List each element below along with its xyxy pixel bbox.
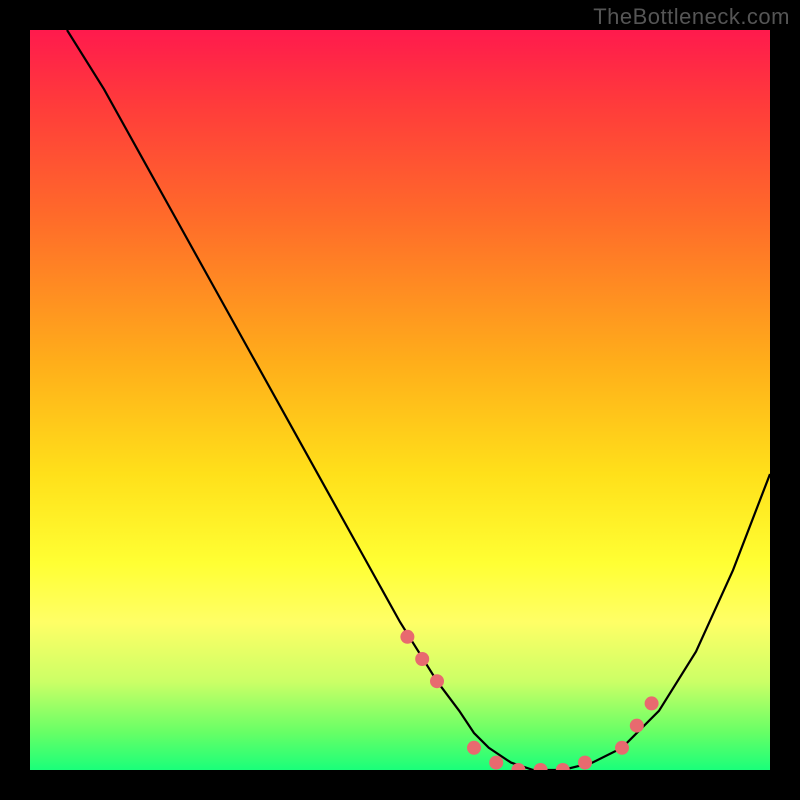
highlight-point (615, 741, 629, 755)
highlight-point (578, 756, 592, 770)
highlight-point (430, 674, 444, 688)
watermark-text: TheBottleneck.com (593, 4, 790, 30)
highlight-point (400, 630, 414, 644)
highlight-points (400, 630, 658, 770)
highlight-point (645, 696, 659, 710)
highlight-point (630, 719, 644, 733)
highlight-point (534, 763, 548, 770)
chart-plot-area (30, 30, 770, 770)
highlight-point (556, 763, 570, 770)
chart-svg (30, 30, 770, 770)
highlight-point (415, 652, 429, 666)
highlight-point (489, 756, 503, 770)
chart-frame: TheBottleneck.com (0, 0, 800, 800)
highlight-point (467, 741, 481, 755)
